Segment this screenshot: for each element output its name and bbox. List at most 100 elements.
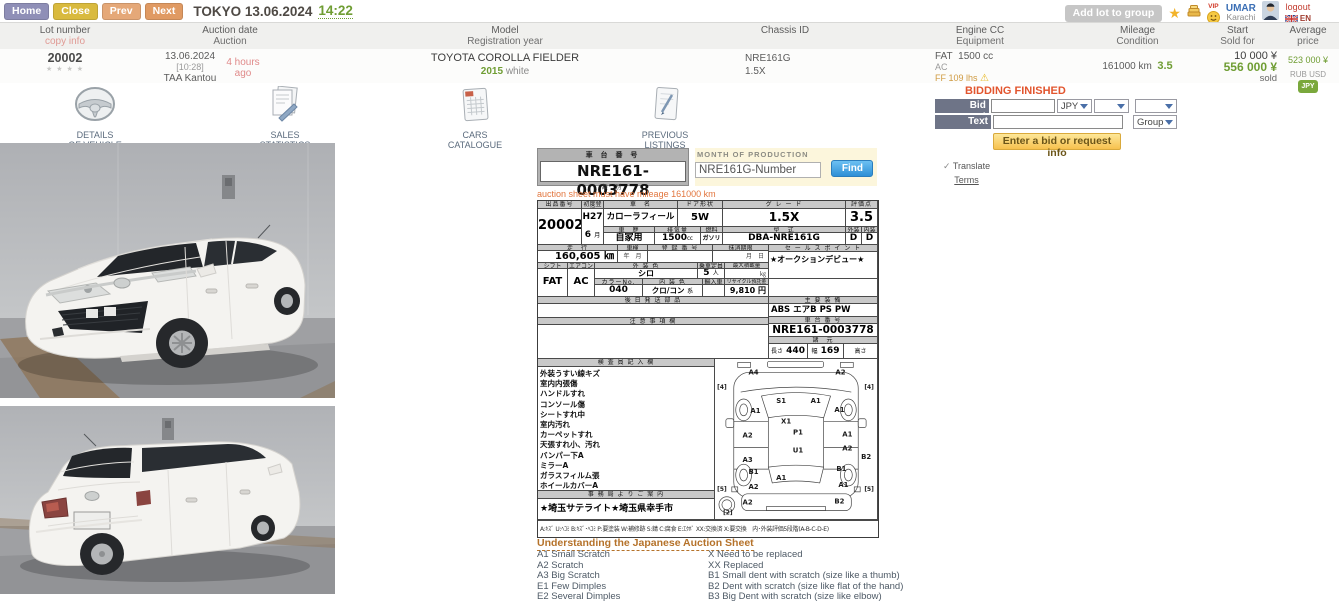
diagram-mark: B2	[861, 453, 871, 461]
sheet-colorno: 040	[595, 285, 643, 297]
average-price-cell: 523 000 ¥ RUB USD JPY	[1280, 55, 1336, 93]
bid-option-select[interactable]	[1094, 99, 1129, 113]
sheet-equipment: ABS エアB PS PW	[769, 304, 878, 317]
legend-item: X Need to be replaced	[708, 549, 803, 560]
terms-link[interactable]: Terms	[943, 175, 990, 185]
sheet-height-label: 高さ	[854, 348, 866, 355]
user-info[interactable]: UMAR Karachi	[1226, 4, 1256, 22]
diagram-mark: A1	[838, 481, 848, 489]
top-bar: Home Close Prev Next TOKYO 13.06.2024 14…	[0, 0, 1339, 22]
vip-label: VIP	[1208, 2, 1218, 11]
diagram-mark: [4]	[717, 385, 727, 391]
sheet-length-label: 長さ	[771, 348, 783, 355]
inspector-note: 室内汚れ	[540, 420, 714, 430]
sold-label: sold	[1165, 73, 1277, 84]
sheet-mileage: 160,605 ㎞	[538, 251, 618, 263]
jpy-currency-badge[interactable]: JPY	[1298, 80, 1317, 93]
find-button[interactable]: Find	[831, 160, 873, 177]
details-of-vehicle-button[interactable]: DETAILSOF VEHICLE	[40, 86, 150, 150]
chassis-search-input[interactable]	[695, 162, 821, 178]
equipment: AC	[935, 62, 1075, 73]
sheet-fuel: ガソリン	[701, 233, 723, 245]
currency-switch[interactable]: RUB USD	[1290, 70, 1326, 79]
logout-link[interactable]: logout	[1286, 3, 1311, 12]
group-value: Group	[1137, 117, 1163, 128]
model-name: TOYOTA COROLLA FIELDER	[330, 53, 680, 64]
sheet-blank	[769, 279, 878, 297]
bid-amount-input[interactable]	[991, 99, 1055, 113]
time-ago: 4 hours ago	[213, 57, 273, 79]
auction-time-link[interactable]: 14:22	[318, 3, 353, 19]
currency-select[interactable]: JPY	[1057, 99, 1092, 113]
sheet-intcolor: クロ/コン	[652, 286, 685, 295]
sheet-reg-month-unit: 月	[594, 232, 600, 239]
diagram-mark: A2	[743, 499, 753, 507]
bid-request-label: Bid request	[935, 99, 989, 113]
sheet-office-note: ★埼玉サテライト★埼玉県幸手市	[538, 499, 715, 520]
bid-extra-select[interactable]	[1135, 99, 1178, 113]
add-lot-to-group-button[interactable]: Add lot to group	[1065, 5, 1163, 22]
diagram-mark: A1	[776, 474, 786, 482]
coins-icon[interactable]	[1187, 4, 1201, 22]
sheet-sales-header: セ ー ル ス ポ イ ン ト	[769, 245, 878, 252]
legend-item: B2 Dent with scratch (size like flat of …	[708, 581, 903, 592]
sheet-equip-header: 主 要 装 備	[769, 297, 878, 304]
registration-year: 2015	[481, 66, 503, 77]
sheet-reg-year: H27	[582, 212, 602, 222]
diagram-mark: U1	[793, 446, 804, 454]
catalogue-icon	[453, 111, 497, 128]
sheet-score: 3.5	[846, 209, 878, 227]
sheet-name-header: 車 名	[604, 201, 678, 209]
enter-bid-button[interactable]: Enter a bid or request info	[993, 133, 1121, 150]
translate-checkbox[interactable]: ✓ Translate	[943, 161, 990, 171]
sheet-intcolor-unit: 系	[687, 288, 693, 295]
sheet-history: 自家用	[604, 233, 655, 245]
sheet-sales-point: ★オークションデビュー★	[769, 252, 878, 279]
col-auction-date: Auction date Auction	[130, 25, 330, 47]
logout-block[interactable]: logout EN	[1285, 3, 1311, 23]
currency-value: JPY	[1061, 101, 1078, 112]
message-text-input[interactable]	[993, 115, 1123, 129]
action-label: DETAILS	[40, 130, 150, 140]
sheet-extcolor: シロ	[595, 269, 698, 279]
sheet-cc-unit: ㏄	[687, 235, 693, 242]
sales-statistics-button[interactable]: SALESSTATISTICS	[230, 86, 340, 150]
copy-info-link[interactable]: copy info	[0, 36, 130, 47]
previous-listings-button[interactable]: PREVIOUSLISTINGS	[610, 86, 720, 150]
auction-title: TOKYO 13.06.2024	[193, 4, 312, 19]
col-mileage: Mileage Condition	[1070, 25, 1205, 47]
diagram-mark: A4	[748, 368, 758, 376]
inspector-note: シートすれ中	[540, 410, 714, 420]
diagram-mark: A1	[842, 431, 852, 439]
col-label2: Registration year	[330, 36, 680, 47]
sheet-door-header: ドア形状	[678, 201, 723, 209]
inspector-note: ホイールカバーA	[540, 481, 714, 491]
sheet-width-label: 幅	[812, 348, 818, 355]
mileage-value: 161000 km	[1102, 61, 1151, 72]
vip-smiley-icon[interactable]: VIP	[1207, 2, 1220, 24]
prev-button[interactable]: Prev	[102, 3, 141, 20]
action-label: SALES	[230, 130, 340, 140]
engine-cell: FAT 1500 cc AC FF 109 lhs ⚠	[935, 51, 1075, 84]
legend-item: A2 Scratch	[537, 560, 583, 571]
group-select[interactable]: Group	[1133, 115, 1177, 129]
chevron-down-icon	[1117, 104, 1125, 109]
col-label: Engine CC	[890, 25, 1070, 36]
cars-catalogue-button[interactable]: CARSCATALOGUE	[420, 86, 530, 150]
diagram-mark: A1	[750, 407, 760, 415]
favorites-star-icon[interactable]: ★	[1168, 6, 1181, 20]
close-button[interactable]: Close	[53, 3, 98, 20]
car-photo-front[interactable]	[0, 143, 335, 398]
engine-cc: 1500 cc	[958, 51, 993, 62]
bidding-panel: BIDDING FINISHED Bid request JPY Text Gr…	[935, 85, 1177, 185]
transmission: FAT	[935, 51, 953, 62]
home-button[interactable]: Home	[4, 3, 49, 20]
diagram-mark: [2]	[723, 511, 733, 517]
translate-label: Translate	[953, 161, 990, 171]
car-photo-rear[interactable]	[0, 406, 335, 594]
next-button[interactable]: Next	[145, 3, 184, 20]
sheet-caution-blank	[538, 325, 769, 359]
sheet-chassis-header: 車 台 番 号	[769, 317, 878, 324]
sheet-parts-header: 後 日 発 送 部 品	[538, 297, 769, 304]
sheet-footnote: A:ｷｽﾞ U:ﾍｺﾐ B:ｷｽﾞ･ﾍｺﾐ P:要塗装 W:補修跡 S:錆 C:…	[538, 520, 878, 537]
